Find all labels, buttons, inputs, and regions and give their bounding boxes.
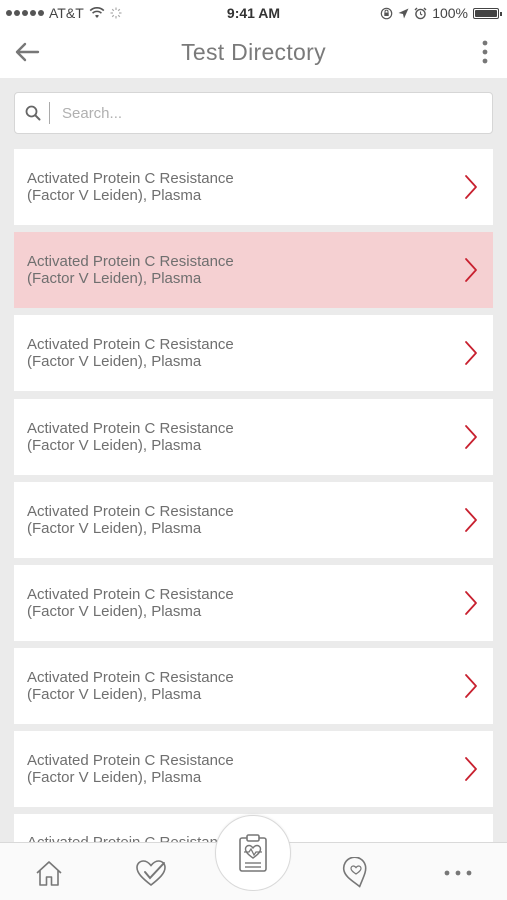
search-box[interactable] — [14, 92, 493, 134]
status-time: 9:41 AM — [226, 5, 281, 21]
list-item-label: Activated Protein C Resistance (Factor V … — [27, 170, 234, 204]
wifi-icon — [89, 7, 105, 18]
chevron-right-icon — [461, 672, 481, 700]
list-item-title: Activated Protein C Resistance — [27, 669, 234, 687]
location-arrow-icon — [398, 8, 409, 18]
status-right: 100% — [380, 5, 502, 21]
list-item[interactable]: Activated Protein C Resistance (Factor V … — [14, 481, 493, 558]
list-item[interactable]: Activated Protein C Resistance (Factor V … — [14, 648, 493, 725]
list-item-label: Activated Protein C Resistance (Factor V … — [27, 586, 234, 620]
signal-strength-icon — [6, 10, 44, 16]
battery-icon — [473, 7, 502, 19]
heart-check-icon — [136, 860, 166, 887]
list-item-title: Activated Protein C Resistance — [27, 752, 234, 770]
list-item-title: Activated Protein C Resistance — [27, 253, 234, 271]
tab-test-directory[interactable] — [215, 815, 291, 891]
list-item-subtitle: (Factor V Leiden), Plasma — [27, 187, 202, 204]
list-item-title: Activated Protein C Resistance — [27, 336, 234, 354]
list-item[interactable]: Activated Protein C Resistance (Factor V … — [14, 398, 493, 475]
search-divider — [49, 102, 50, 124]
list-item-label: Activated Protein C Resistance (Factor V … — [27, 669, 234, 703]
tab-favorites[interactable] — [131, 853, 171, 893]
list-item-label: Activated Protein C Resistance (Factor V … — [27, 420, 234, 454]
list-item-subtitle: (Factor V Leiden), Plasma — [27, 436, 202, 454]
chevron-right-icon — [461, 589, 481, 617]
tab-locations[interactable] — [336, 853, 376, 893]
chevron-right-icon — [461, 755, 481, 783]
list-item-label: Activated Protein C Resistance (Factor V … — [27, 503, 234, 537]
more-options-button[interactable] — [475, 38, 495, 66]
list-item-subtitle: (Factor V Leiden), Plasma — [27, 769, 202, 787]
home-icon — [36, 861, 62, 886]
list-item-title: Activated Protein C Resistance — [27, 419, 234, 437]
chevron-right-icon — [461, 173, 481, 201]
vertical-dots-icon — [482, 40, 488, 64]
list-item-subtitle: (Factor V Leiden), Plasma — [27, 686, 202, 704]
activity-spinner-icon — [110, 7, 122, 19]
alarm-icon — [414, 7, 427, 19]
list-item-subtitle: (Factor V Leiden), Plasma — [27, 353, 202, 371]
status-left: AT&T — [6, 5, 122, 21]
navigation-bar: Test Directory — [0, 26, 507, 78]
list-item-subtitle: (Factor V Leiden), Plasma — [27, 519, 202, 537]
tab-more[interactable] — [438, 853, 478, 893]
clipboard-heart-icon — [239, 834, 267, 872]
list-item-subtitle: (Factor V Leiden), Plasma — [27, 270, 202, 288]
chevron-right-icon — [461, 423, 481, 451]
list-item[interactable]: Activated Protein C Resistance (Factor V … — [14, 564, 493, 641]
search-area — [0, 78, 507, 144]
list-item-subtitle: (Factor V Leiden), Plasma — [27, 602, 202, 620]
arrow-left-icon — [15, 42, 40, 62]
location-heart-icon — [342, 857, 367, 888]
search-input[interactable] — [62, 104, 442, 122]
battery-percent: 100% — [432, 5, 468, 21]
list-item-label: Activated Protein C Resistance (Factor V … — [27, 253, 234, 287]
chevron-right-icon — [461, 256, 481, 284]
back-button[interactable] — [12, 38, 42, 66]
list-item-title: Activated Protein C Resistance — [27, 502, 234, 520]
battery-fill — [475, 9, 497, 17]
tab-home[interactable] — [29, 853, 69, 893]
status-bar: AT&T 9:41 AM 100% — [0, 0, 507, 26]
list-item-title: Activated Protein C Resistance — [27, 170, 234, 187]
test-list: Activated Protein C Resistance (Factor V … — [14, 149, 493, 815]
list-item-title: Activated Protein C Resistance — [27, 585, 234, 603]
list-item[interactable]: Activated Protein C Resistance (Factor V … — [14, 731, 493, 808]
list-item[interactable]: Activated Protein C Resistance (Factor V … — [14, 315, 493, 392]
list-item-label: Activated Protein C Resistance (Factor V … — [27, 336, 234, 370]
list-item[interactable]: Activated Protein C Resistance (Factor V … — [14, 232, 493, 309]
page-title: Test Directory — [181, 38, 326, 65]
carrier-label: AT&T — [49, 5, 84, 21]
list-item[interactable]: Activated Protein C Resistance (Factor V … — [14, 149, 493, 225]
search-icon — [25, 105, 41, 121]
chevron-right-icon — [461, 339, 481, 367]
more-horizontal-icon — [444, 870, 472, 876]
list-item-label: Activated Protein C Resistance (Factor V … — [27, 752, 234, 786]
chevron-right-icon — [461, 506, 481, 534]
rotation-lock-icon — [380, 7, 393, 19]
